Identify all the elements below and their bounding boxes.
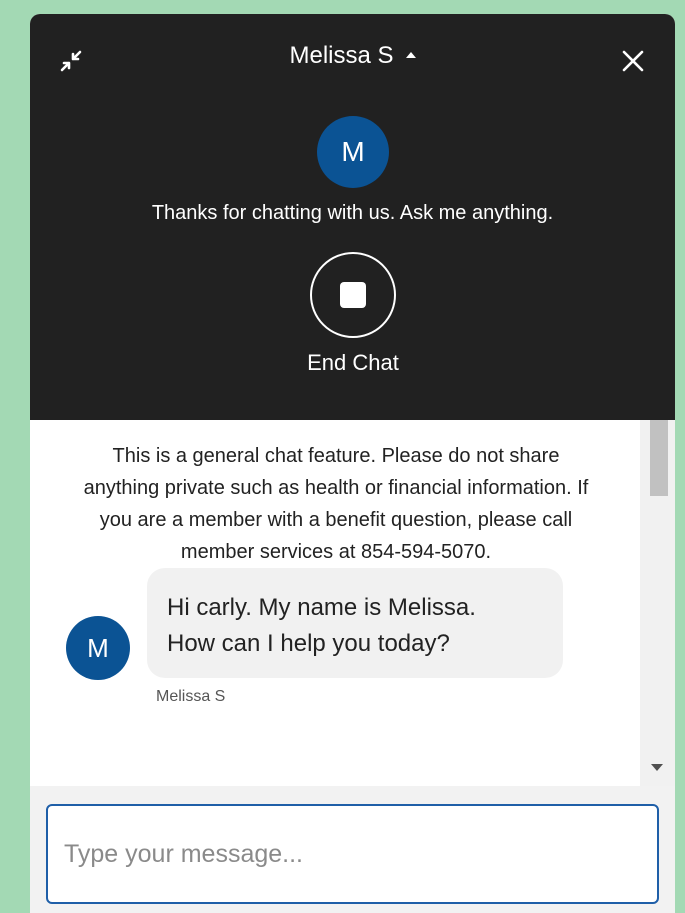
stop-icon: [340, 282, 366, 308]
disclaimer-line: This is a general chat feature. Please d…: [112, 445, 560, 467]
message-input[interactable]: [46, 804, 659, 904]
caret-up-icon: [405, 52, 416, 58]
scroll-down-arrow-icon[interactable]: [651, 764, 663, 771]
disclaimer-line: member services at 854-594-5070.: [180, 541, 492, 563]
end-chat-circle: [310, 252, 396, 338]
greeting-text: Thanks for chatting with us. Ask me anyt…: [151, 202, 554, 224]
header-title-wrap: Melissa S: [30, 42, 675, 70]
disclaimer-text: This is a general chat feature. Please d…: [30, 440, 642, 568]
agent-name-toggle[interactable]: Melissa S: [289, 42, 416, 70]
scrollbar[interactable]: [640, 420, 675, 786]
message-composer: [30, 786, 675, 913]
message-line: How can I help you today?: [167, 630, 450, 657]
message-avatar: M: [66, 616, 130, 680]
agent-avatar: M: [317, 116, 389, 188]
disclaimer-line: you are a member with a benefit question…: [99, 509, 573, 531]
chat-widget: Melissa S M Thanks for chatting with us.…: [30, 14, 675, 913]
agent-message-bubble: Hi carly. My name is Melissa. How can I …: [147, 568, 563, 678]
chat-transcript[interactable]: This is a general chat feature. Please d…: [30, 420, 675, 786]
scrollbar-thumb[interactable]: [650, 420, 668, 496]
message-avatar-initial: M: [87, 632, 109, 663]
chat-header: Melissa S M Thanks for chatting with us.…: [30, 14, 675, 420]
end-chat-label: End Chat: [307, 350, 399, 375]
close-icon: [622, 50, 644, 72]
close-button[interactable]: [618, 46, 648, 76]
agent-avatar-initial: M: [341, 136, 365, 167]
end-chat-button[interactable]: End Chat: [307, 252, 399, 376]
disclaimer-line: anything private such as health or finan…: [83, 477, 589, 499]
message-line: Hi carly. My name is Melissa.: [167, 594, 476, 621]
message-sender: Melissa S: [156, 688, 226, 705]
agent-name: Melissa S: [289, 42, 394, 69]
